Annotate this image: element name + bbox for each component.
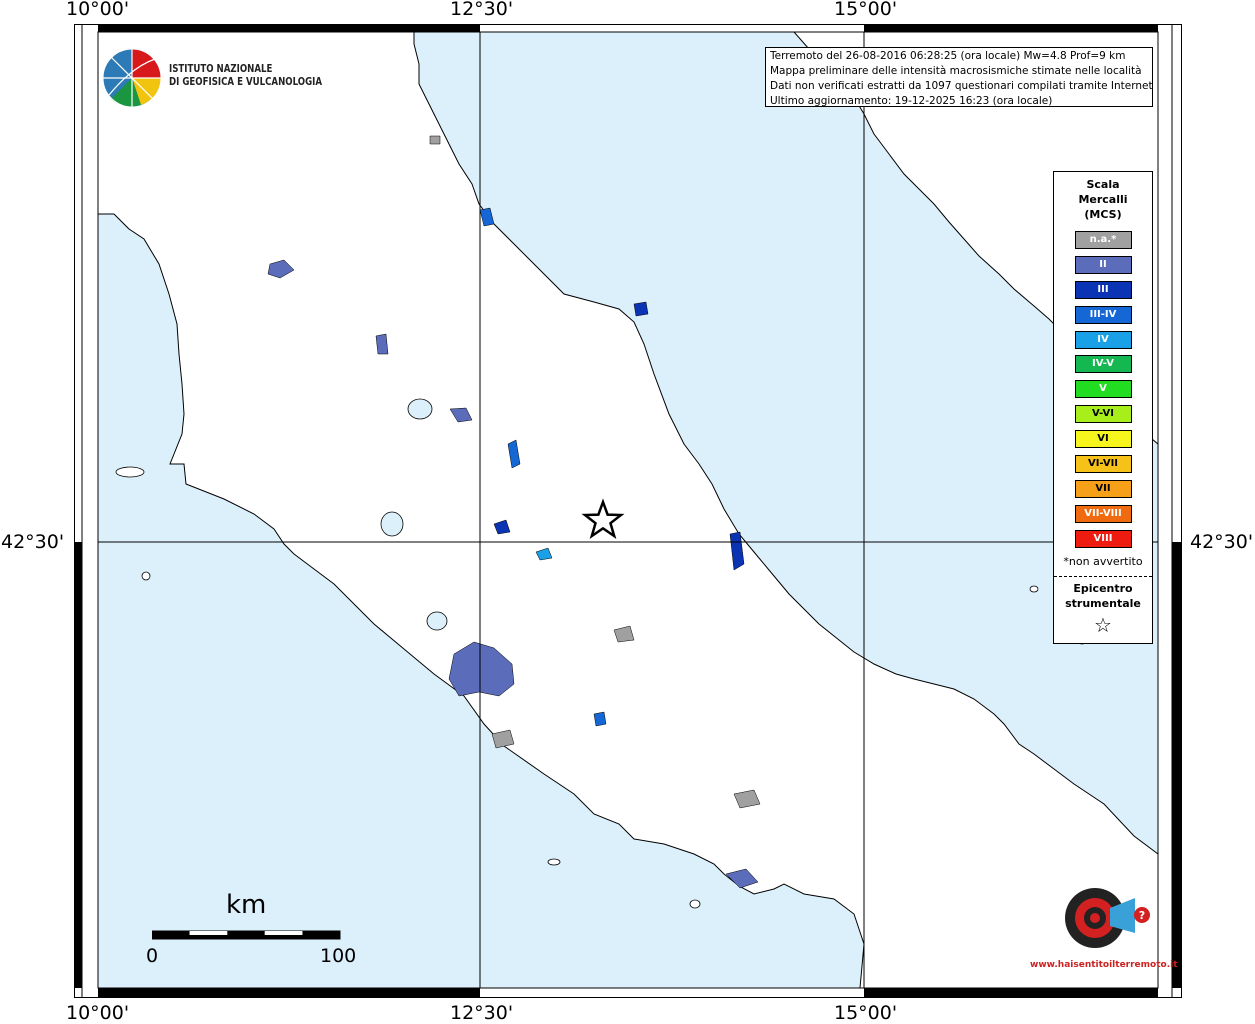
lon-label-bottom-3: 15°00' (834, 1002, 898, 1024)
legend-item-4: IV (1074, 330, 1132, 349)
ingv-logo-line-2: DI GEOFISICA E VULCANOLOGIA (169, 76, 323, 88)
legend-item-12: VIII (1074, 529, 1132, 548)
island-ischia (689, 899, 701, 909)
island-elba (115, 466, 145, 478)
scale-min-label: 0 (146, 945, 159, 967)
ancona-patch (633, 301, 649, 317)
legend-epicenter-label: Epicentro strumentale (1054, 581, 1152, 611)
ingv-logo-text: ISTITUTO NAZIONALE DI GEOFISICA E VULCAN… (169, 63, 322, 89)
lon-label-bottom-1: 10°00' (66, 1002, 130, 1024)
lat-label-right: 42°30' (1190, 531, 1254, 553)
legend-title-line-1: Scala (1086, 178, 1120, 191)
legend-star-icon: ☆ (1094, 612, 1112, 637)
info-line-4: Ultimo aggiornamento: 19-12-2025 16:23 (… (770, 95, 1053, 107)
island-ponza (547, 858, 561, 866)
legend-item-11: VII-VIII (1074, 504, 1132, 523)
earthquake-info-box: Terremoto del 26-08-2016 06:28:25 (ora l… (765, 47, 1153, 107)
legend-item-1: II (1074, 255, 1132, 274)
lat-label-left: 42°30' (1, 531, 65, 553)
island-giglio (141, 571, 151, 581)
scale-unit: km (226, 890, 267, 920)
legend-epicenter-line-2: strumentale (1065, 596, 1141, 610)
lake-bracciano (426, 611, 448, 631)
arezzo-patch (375, 333, 389, 355)
legend-item-9: VI-VII (1074, 455, 1132, 474)
legend-item-8: VI (1074, 430, 1132, 449)
legend-title-line-3: (MCS) (1084, 208, 1122, 221)
info-line-2: Mappa preliminare delle intensità macros… (770, 65, 1142, 77)
legend-item-0: n.a.* (1074, 231, 1132, 249)
legend-note: *non avvertito (1063, 554, 1143, 568)
frame-left-bar (74, 542, 82, 988)
scale-bar-graphic (152, 930, 341, 940)
frame-right-bar (1172, 542, 1182, 988)
legend-item-6: V (1074, 380, 1132, 399)
scale-bar: km 0 100 (140, 888, 380, 978)
campobasso-patch (593, 711, 607, 727)
legend-item-10: VII (1074, 479, 1132, 498)
haisentito-question-mark: ? (1139, 909, 1145, 922)
lon-label-top-2: 12°30' (450, 0, 514, 20)
legend-title: Scala Mercalli (MCS) (1054, 177, 1152, 222)
scale-max-label: 100 (320, 945, 357, 967)
lon-label-top-3: 15°00' (834, 0, 898, 20)
ingv-logo-line-1: ISTITUTO NAZIONALE (169, 63, 273, 75)
frame-top-bar-2 (864, 24, 1158, 32)
mcs-legend: Scala Mercalli (MCS) n.a.* II III III-IV IV I… (1053, 171, 1153, 644)
info-line-1: Terremoto del 26-08-2016 06:28:25 (ora l… (770, 50, 1126, 62)
lon-label-bottom-2: 12°30' (450, 1002, 514, 1024)
lake-trasimeno (407, 398, 433, 420)
legend-item-2: III (1074, 280, 1132, 299)
legend-separator (1054, 575, 1152, 577)
frame-top-bar-1 (98, 24, 480, 32)
island-tremiti (1029, 585, 1039, 593)
ingv-globe-icon (102, 48, 162, 108)
frame-bottom-bar-2 (864, 988, 1158, 998)
legend-item-7: V-VI (1074, 405, 1132, 424)
haisentito-url: www.haisentitoilterremoto.it (1030, 960, 1178, 970)
map-canvas (74, 24, 1182, 998)
frame-bottom-bar-1 (98, 988, 480, 998)
legend-item-3: III-IV (1074, 305, 1132, 324)
legend-item-5: IV-V (1074, 355, 1132, 374)
lon-label-top-1: 10°00' (66, 0, 130, 20)
legend-title-line-2: Mercalli (1078, 193, 1128, 206)
legend-epicenter-line-1: Epicentro (1073, 581, 1133, 595)
info-line-3: Dati non verificati estratti da 1097 que… (770, 80, 1153, 92)
lake-bolsena (380, 511, 404, 537)
haisentito-logo: ? www.haisentitoilterremoto.it (1030, 868, 1178, 978)
lucca-gray (429, 135, 441, 145)
legend-items: n.a.* II III III-IV IV IV-V V V-VI VI VI-VII VII VI… (1054, 231, 1152, 548)
